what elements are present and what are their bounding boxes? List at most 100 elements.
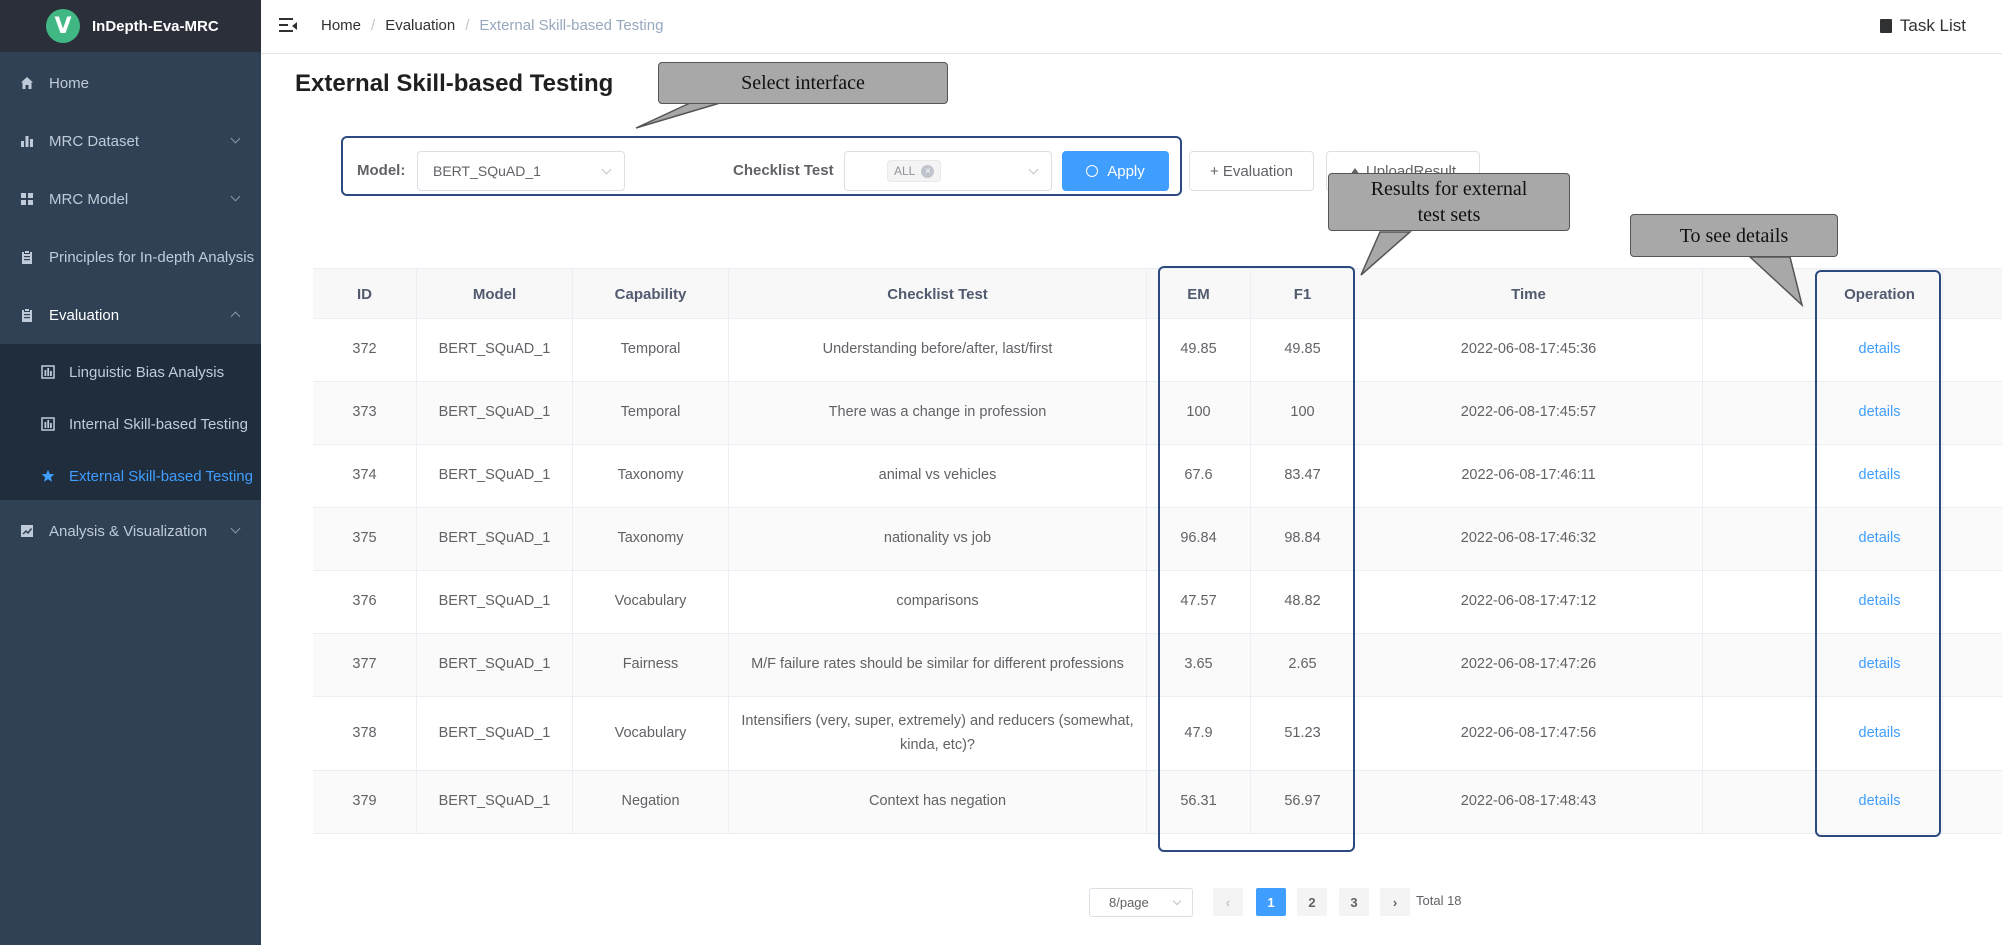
callout-select-interface: Select interface xyxy=(658,62,948,104)
sidebar-logo-bar[interactable]: V InDepth-Eva-MRC xyxy=(0,0,261,52)
cell-id: 373 xyxy=(313,382,417,444)
cell-time: 2022-06-08-17:47:56 xyxy=(1355,697,1703,770)
cell-capability: Fairness xyxy=(573,634,729,696)
highlight-select-interface xyxy=(341,136,1182,196)
sidebar-item-mrc-model[interactable]: MRC Model xyxy=(0,170,261,228)
sidebar-subitem-external-skill[interactable]: External Skill-based Testing xyxy=(0,450,261,502)
cell-blank xyxy=(1703,634,1817,696)
callout-details: To see details xyxy=(1630,214,1838,257)
highlight-em-f1 xyxy=(1158,266,1355,852)
sidebar-item-analysis-visualization[interactable]: Analysis & Visualization xyxy=(0,502,261,560)
sidebar-subitem-label: Linguistic Bias Analysis xyxy=(69,363,225,381)
page-1-button[interactable]: 1 xyxy=(1256,888,1286,916)
breadcrumb-separator: / xyxy=(465,17,470,34)
highlight-operation xyxy=(1815,270,1941,837)
cell-time: 2022-06-08-17:45:36 xyxy=(1355,319,1703,381)
star-icon xyxy=(41,469,55,483)
bar-chart-icon xyxy=(20,134,34,148)
cell-model: BERT_SQuAD_1 xyxy=(417,634,573,696)
breadcrumb: Home / Evaluation / External Skill-based… xyxy=(321,17,663,34)
cell-checklist-test: M/F failure rates should be similar for … xyxy=(729,634,1147,696)
sidebar-item-evaluation[interactable]: Evaluation xyxy=(0,286,261,344)
breadcrumb-separator: / xyxy=(371,17,376,34)
cell-checklist-test: comparisons xyxy=(729,571,1147,633)
cell-model: BERT_SQuAD_1 xyxy=(417,697,573,770)
task-list-label: Task List xyxy=(1899,16,1966,35)
sidebar-subitem-internal-skill[interactable]: Internal Skill-based Testing xyxy=(0,398,261,450)
bar-doc-icon xyxy=(41,417,55,431)
cell-time: 2022-06-08-17:47:26 xyxy=(1355,634,1703,696)
cell-capability: Vocabulary xyxy=(573,571,729,633)
app-logo: V xyxy=(46,9,80,43)
chevron-down-icon xyxy=(230,133,241,144)
chevron-up-icon xyxy=(230,311,241,322)
cell-blank xyxy=(1703,508,1817,570)
bar-doc-icon xyxy=(41,365,55,379)
column-header-model[interactable]: Model xyxy=(417,269,573,319)
breadcrumb-home[interactable]: Home xyxy=(321,17,361,34)
cell-id: 374 xyxy=(313,445,417,507)
sidebar-subitem-label: Internal Skill-based Testing xyxy=(69,415,248,433)
sidebar-item-label: Evaluation xyxy=(49,306,120,324)
evaluation-button[interactable]: + Evaluation xyxy=(1189,151,1314,191)
sidebar-item-label: MRC Dataset xyxy=(49,132,140,150)
chevron-down-icon xyxy=(230,191,241,202)
next-page-button[interactable]: › xyxy=(1380,888,1410,916)
cell-checklist-test: nationality vs job xyxy=(729,508,1147,570)
page-2-button[interactable]: 2 xyxy=(1297,888,1327,916)
app-name: InDepth-Eva-MRC xyxy=(92,17,219,35)
sidebar-item-label: MRC Model xyxy=(49,190,129,208)
sidebar-item-principles[interactable]: Principles for In-depth Analysis xyxy=(0,228,261,286)
top-navbar: Home / Evaluation / External Skill-based… xyxy=(261,0,2002,54)
sidebar-item-mrc-dataset[interactable]: MRC Dataset xyxy=(0,112,261,170)
page-size-select[interactable]: 8/page xyxy=(1089,888,1193,917)
cell-blank xyxy=(1703,697,1817,770)
hamburger-menu-icon[interactable] xyxy=(279,18,297,34)
sidebar-item-label: Analysis & Visualization xyxy=(49,522,208,540)
column-header-capability[interactable]: Capability xyxy=(573,269,729,319)
cell-time: 2022-06-08-17:45:57 xyxy=(1355,382,1703,444)
column-header-checklist-test[interactable]: Checklist Test xyxy=(729,269,1147,319)
column-header-blank xyxy=(1703,269,1817,319)
task-list-button[interactable]: Task List xyxy=(1879,16,1966,36)
cell-capability: Temporal xyxy=(573,382,729,444)
prev-page-button[interactable]: ‹ xyxy=(1213,888,1243,916)
grid-icon xyxy=(20,192,34,206)
cell-checklist-test: Understanding before/after, last/first xyxy=(729,319,1147,381)
cell-time: 2022-06-08-17:48:43 xyxy=(1355,771,1703,833)
cell-checklist-test: There was a change in profession xyxy=(729,382,1147,444)
cell-blank xyxy=(1703,445,1817,507)
cell-id: 377 xyxy=(313,634,417,696)
cell-time: 2022-06-08-17:47:12 xyxy=(1355,571,1703,633)
cell-time: 2022-06-08-17:46:32 xyxy=(1355,508,1703,570)
sidebar-subitem-linguistic-bias[interactable]: Linguistic Bias Analysis xyxy=(0,346,261,398)
breadcrumb-current: External Skill-based Testing xyxy=(479,17,664,34)
page-3-button[interactable]: 3 xyxy=(1339,888,1369,916)
cell-blank xyxy=(1703,382,1817,444)
breadcrumb-evaluation[interactable]: Evaluation xyxy=(385,17,455,34)
cell-capability: Negation xyxy=(573,771,729,833)
column-header-time[interactable]: Time xyxy=(1355,269,1703,319)
cell-model: BERT_SQuAD_1 xyxy=(417,508,573,570)
chevron-down-icon xyxy=(230,523,241,534)
cell-blank xyxy=(1703,571,1817,633)
cell-id: 372 xyxy=(313,319,417,381)
cell-checklist-test: Context has negation xyxy=(729,771,1147,833)
cell-id: 376 xyxy=(313,571,417,633)
callout-results: Results for external test sets xyxy=(1328,173,1570,231)
cell-capability: Taxonomy xyxy=(573,508,729,570)
cell-time: 2022-06-08-17:46:11 xyxy=(1355,445,1703,507)
cell-capability: Taxonomy xyxy=(573,445,729,507)
cell-blank xyxy=(1703,319,1817,381)
page-title: External Skill-based Testing xyxy=(295,70,614,97)
pagination-total: Total 18 xyxy=(1416,893,1462,908)
cell-id: 378 xyxy=(313,697,417,770)
cell-model: BERT_SQuAD_1 xyxy=(417,771,573,833)
sidebar-subitem-label: External Skill-based Testing xyxy=(69,467,253,485)
column-header-id[interactable]: ID xyxy=(313,269,417,319)
sidebar-item-home[interactable]: Home xyxy=(0,54,261,112)
cell-model: BERT_SQuAD_1 xyxy=(417,571,573,633)
cell-capability: Temporal xyxy=(573,319,729,381)
cell-model: BERT_SQuAD_1 xyxy=(417,445,573,507)
cell-blank xyxy=(1703,771,1817,833)
